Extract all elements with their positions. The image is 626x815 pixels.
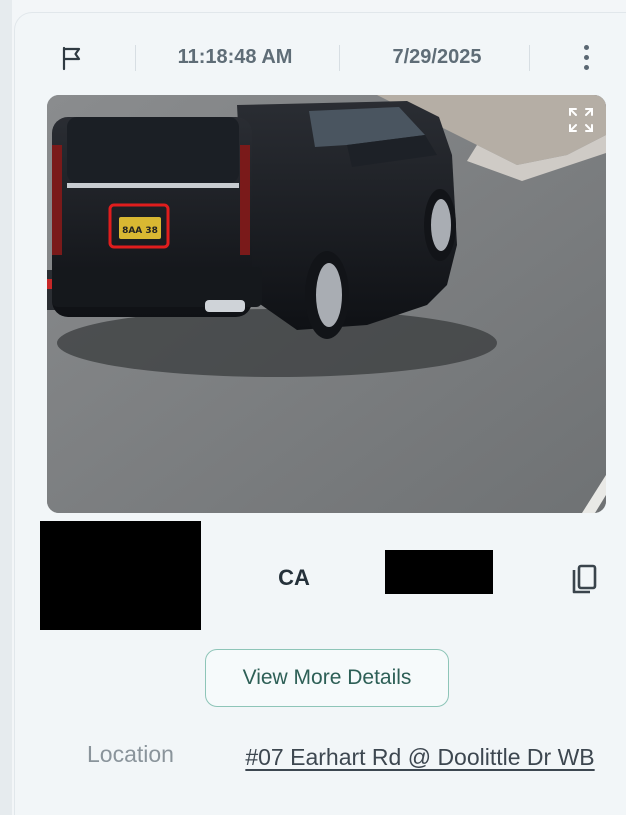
header-divider xyxy=(135,45,136,71)
card-header: 11:18:48 AM 7/29/2025 xyxy=(15,13,626,95)
copy-plate-button[interactable] xyxy=(568,564,598,598)
flag-icon xyxy=(62,46,81,71)
read-card: 11:18:48 AM 7/29/2025 8AA 38 CA View Mor… xyxy=(14,12,626,815)
view-more-details-button[interactable]: View More Details xyxy=(205,649,449,707)
copy-icon xyxy=(572,564,597,594)
location-label: Location xyxy=(87,741,174,767)
more-options-button[interactable] xyxy=(575,41,597,73)
plate-text: 8AA 38 xyxy=(122,226,158,236)
vehicle-image: 8AA 38 xyxy=(47,95,606,513)
left-panel-edge xyxy=(0,0,12,815)
flag-button[interactable] xyxy=(57,43,87,73)
kebab-menu-icon xyxy=(583,44,589,50)
capture-date: 7/29/2025 xyxy=(392,46,482,68)
expand-button[interactable] xyxy=(566,105,596,135)
redacted-plate-number xyxy=(385,550,493,594)
capture-time: 11:18:48 AM xyxy=(177,46,293,68)
expand-icon xyxy=(569,108,593,132)
header-divider xyxy=(529,45,530,71)
redacted-plate-crop xyxy=(40,521,201,630)
header-divider xyxy=(339,45,340,71)
plate-state: CA xyxy=(278,565,310,590)
vehicle-photo[interactable]: 8AA 38 xyxy=(47,95,606,513)
location-link[interactable]: #07 Earhart Rd @ Doolittle Dr WB xyxy=(237,738,603,776)
